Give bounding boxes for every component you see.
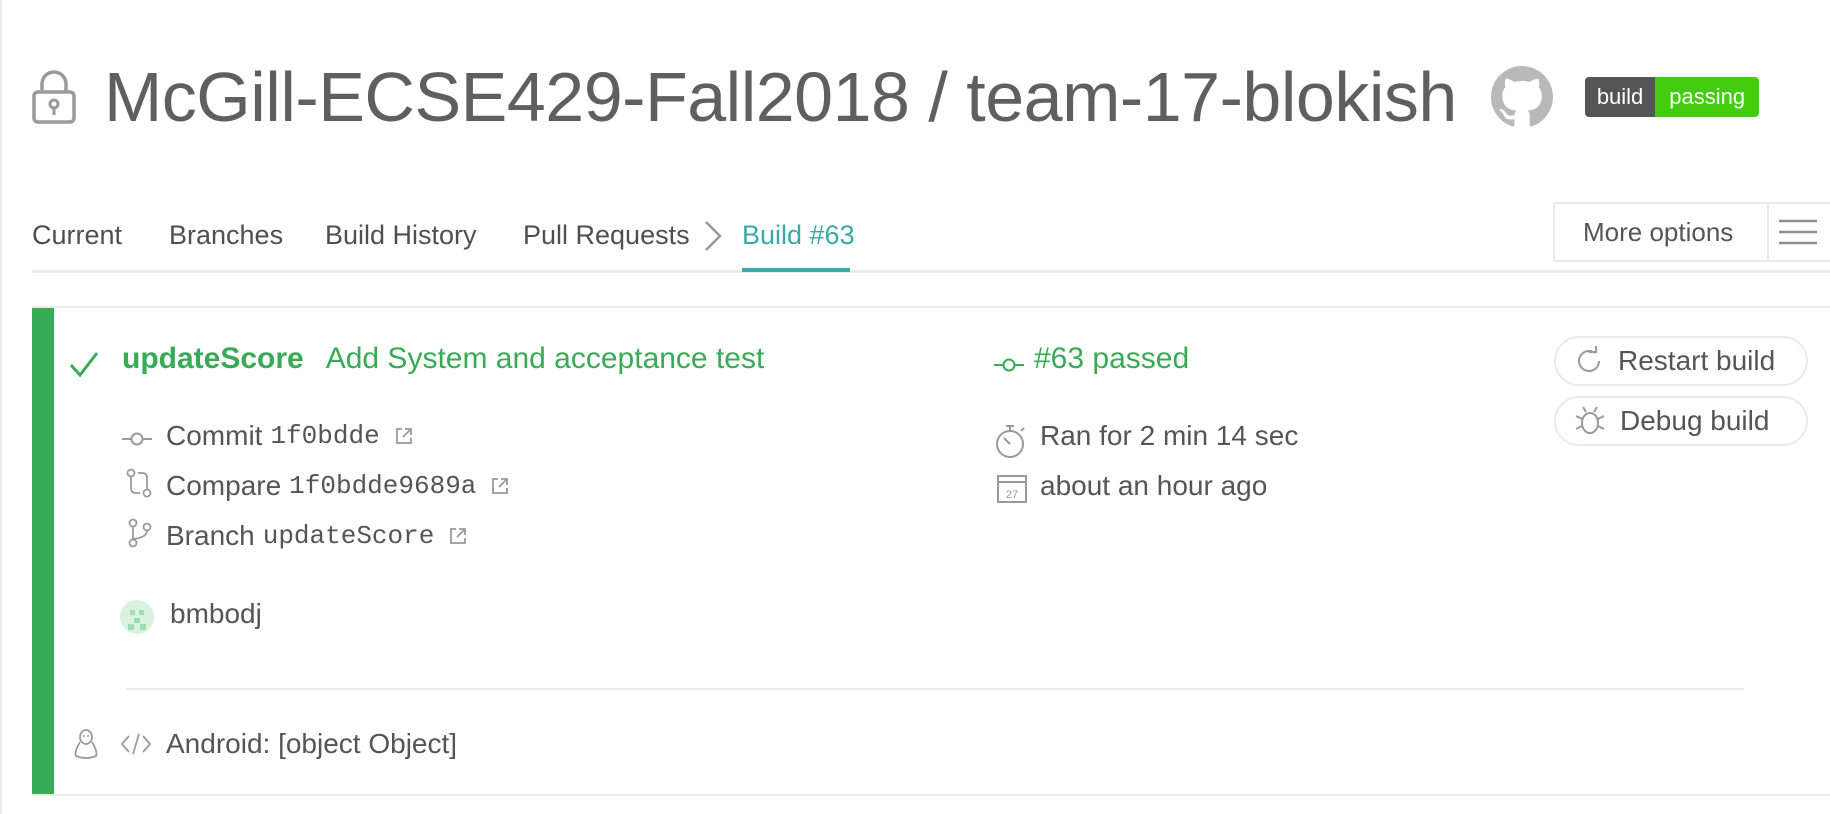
check-icon <box>69 352 99 378</box>
branch-name: updateScore <box>262 521 435 551</box>
repo-title[interactable]: McGill-ECSE429-Fall2018 / team-17-blokis… <box>104 57 1457 137</box>
commit-icon <box>122 432 152 446</box>
author-name: bmbodj <box>170 598 262 630</box>
restart-icon <box>1578 346 1600 372</box>
more-options-label: More options <box>1583 216 1734 247</box>
lock-icon <box>32 70 76 124</box>
build-status-text[interactable]: #63 passed <box>1034 342 1189 376</box>
commit-sha: 1f0bdde <box>270 421 380 451</box>
restart-build-button[interactable]: Restart build <box>1554 336 1808 386</box>
more-options-button[interactable]: More options <box>1553 202 1830 262</box>
left-border <box>0 0 2 814</box>
chevron-right-icon <box>705 221 722 251</box>
badge-label: build <box>1584 77 1656 117</box>
github-icon[interactable] <box>1490 66 1553 128</box>
nav-underline-track <box>32 270 1830 273</box>
external-link-icon <box>450 528 467 544</box>
code-icon <box>120 733 152 755</box>
build-summary-card: updateScore Add System and acceptance tes… <box>32 306 1830 796</box>
branch-link[interactable]: Branch updateScore <box>166 520 468 552</box>
restart-build-label: Restart build <box>1618 345 1776 376</box>
branch-icon <box>128 518 152 548</box>
commit-link[interactable]: Commit 1f0bdde <box>166 420 414 452</box>
branch-label: Branch <box>166 520 255 551</box>
tab-current[interactable]: Current <box>32 220 122 251</box>
job-language: Android: [object Object] <box>166 728 457 760</box>
compare-icon <box>126 468 152 498</box>
tab-branches[interactable]: Branches <box>169 220 283 251</box>
external-link-icon <box>395 428 412 444</box>
more-options-separator <box>1767 204 1769 260</box>
compare-label: Compare <box>166 470 282 501</box>
tab-pull-requests[interactable]: Pull Requests <box>523 220 690 251</box>
calendar-icon: 27 <box>997 475 1027 503</box>
active-tab-underline <box>742 268 850 272</box>
calendar-day: 27 <box>1006 489 1018 501</box>
repo-header: McGill-ECSE429-Fall2018 / team-17-blokis… <box>30 52 1760 142</box>
tab-build-63[interactable]: Build #63 <box>742 220 855 251</box>
author-label: bmbodj <box>170 598 262 629</box>
build-title-row: updateScore Add System and acceptance tes… <box>122 342 764 376</box>
commit-label: Commit <box>166 420 263 451</box>
build-branch-link[interactable]: updateScore <box>122 342 304 375</box>
debug-build-button[interactable]: Debug build <box>1554 396 1808 446</box>
identicon-icon <box>128 610 146 630</box>
avatar <box>120 600 154 634</box>
repo-nav: Current Branches Build History Pull Requ… <box>32 202 1830 274</box>
finished-text: about an hour ago <box>1040 470 1268 501</box>
build-duration: Ran for 2 min 14 sec <box>1040 420 1298 452</box>
debug-build-label: Debug build <box>1620 405 1770 436</box>
bug-icon <box>1575 406 1605 434</box>
stopwatch-icon <box>996 425 1025 458</box>
linux-icon <box>74 729 98 759</box>
external-link-icon <box>492 478 509 494</box>
badge-status: passing <box>1655 77 1760 117</box>
card-divider <box>126 688 1744 690</box>
passed-status-stripe <box>32 308 54 794</box>
commit-message: Add System and acceptance test <box>325 342 765 375</box>
build-finished-time: about an hour ago <box>1040 470 1267 502</box>
build-status-badge[interactable]: build passing <box>1584 77 1760 117</box>
job-info-text: Android: [object Object] <box>166 728 458 759</box>
duration-text: Ran for 2 min 14 sec <box>1040 420 1299 451</box>
tab-build-history[interactable]: Build History <box>325 220 477 251</box>
hamburger-menu-icon[interactable] <box>1779 218 1817 246</box>
commit-icon <box>994 358 1024 372</box>
compare-link[interactable]: Compare 1f0bdde9689a <box>166 470 510 502</box>
compare-sha: 1f0bdde9689a <box>289 471 477 501</box>
